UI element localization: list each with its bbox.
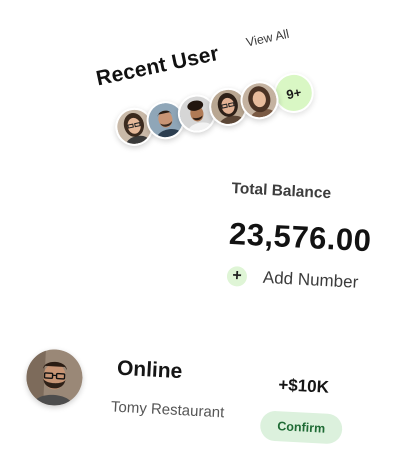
recent-users-card: Recent User View All 9+ <box>80 0 334 167</box>
balance-amount: 23,576.00 <box>228 215 373 259</box>
balance-section: Total Balance 23,576.00 + Add Number <box>226 180 374 293</box>
canvas: Recent User View All 9+ Total Balance 23… <box>0 0 408 460</box>
add-number-label[interactable]: Add Number <box>262 268 358 293</box>
transaction-title: Online <box>116 356 183 384</box>
add-number-button[interactable]: + Add Number <box>226 265 369 293</box>
confirm-button[interactable]: Confirm <box>259 410 343 445</box>
transaction-item: Online Tomy Restaurant +$10K Confirm <box>23 348 368 460</box>
plus-icon[interactable]: + <box>226 265 248 287</box>
view-all-link[interactable]: View All <box>245 27 291 50</box>
transaction-amount: +$10K <box>277 375 330 397</box>
avatar <box>25 348 84 407</box>
transaction-subtitle: Tomy Restaurant <box>110 398 225 422</box>
recent-users-title: Recent User <box>94 41 222 91</box>
balance-label: Total Balance <box>231 180 332 203</box>
